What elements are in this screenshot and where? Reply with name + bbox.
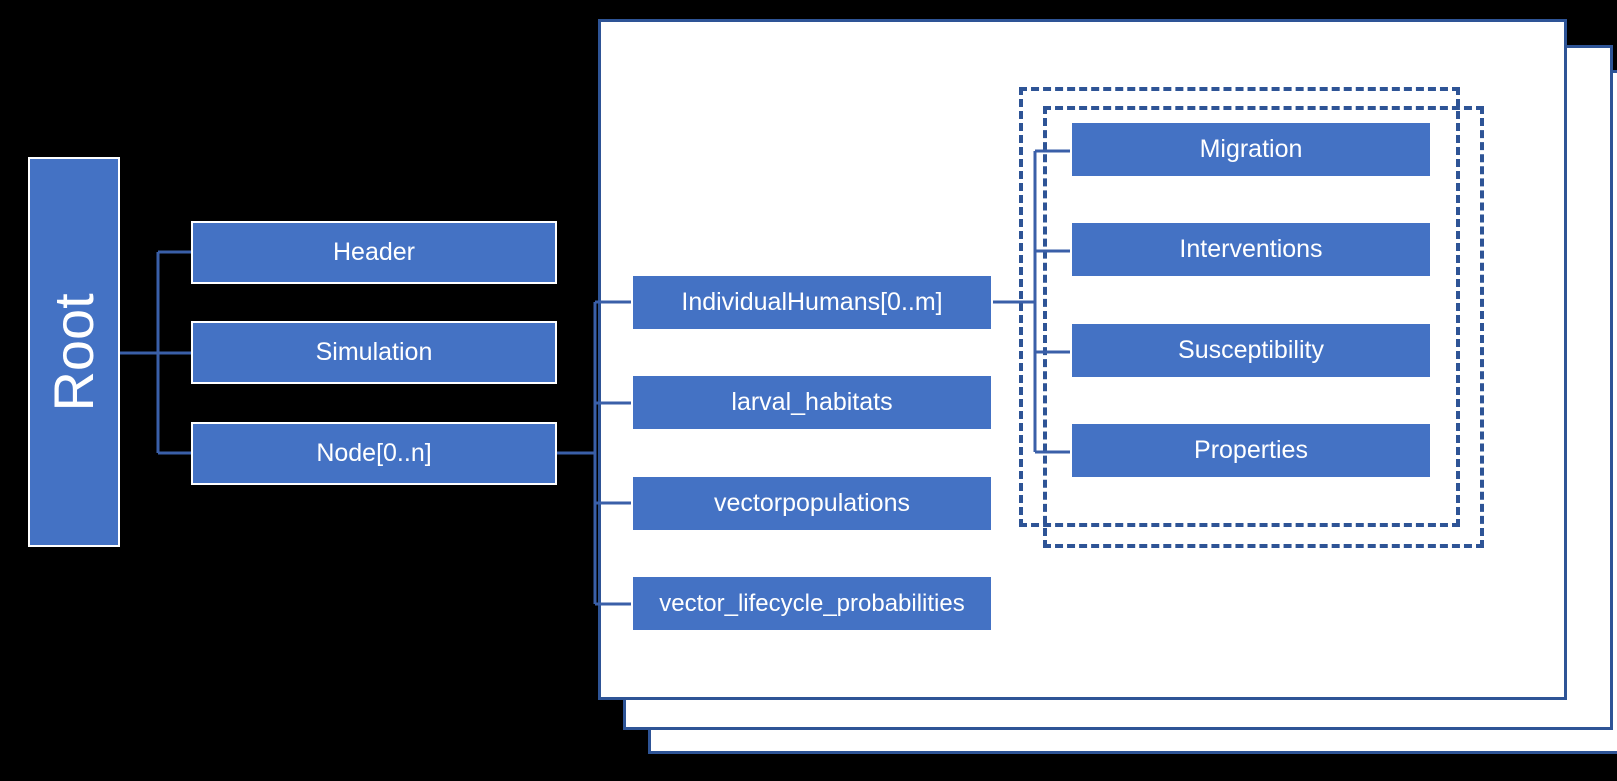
node-node-label: Node[0..n] <box>316 439 432 468</box>
node-larval-habitats[interactable]: larval_habitats <box>631 374 993 431</box>
node-vector-lifecycle-probabilities-label: vector_lifecycle_probabilities <box>659 589 965 617</box>
node-vector-lifecycle-probabilities[interactable]: vector_lifecycle_probabilities <box>631 575 993 632</box>
node-larval-habitats-label: larval_habitats <box>731 388 893 417</box>
node-vectorpopulations-label: vectorpopulations <box>714 489 910 518</box>
node-header[interactable]: Header <box>191 221 557 284</box>
node-root-label: Root <box>41 292 105 412</box>
node-header-label: Header <box>333 238 415 267</box>
node-properties-label: Properties <box>1194 436 1308 465</box>
node-node[interactable]: Node[0..n] <box>191 422 557 485</box>
node-susceptibility-label: Susceptibility <box>1178 336 1324 365</box>
node-susceptibility[interactable]: Susceptibility <box>1070 322 1432 379</box>
node-simulation[interactable]: Simulation <box>191 321 557 384</box>
node-individualhumans-label: IndividualHumans[0..m] <box>681 288 943 317</box>
diagram-canvas: Root Header Simulation Node[0..n] Indivi… <box>0 0 1617 781</box>
node-migration[interactable]: Migration <box>1070 121 1432 178</box>
node-vectorpopulations[interactable]: vectorpopulations <box>631 475 993 532</box>
node-properties[interactable]: Properties <box>1070 422 1432 479</box>
node-individualhumans[interactable]: IndividualHumans[0..m] <box>631 274 993 331</box>
node-interventions[interactable]: Interventions <box>1070 221 1432 278</box>
node-simulation-label: Simulation <box>315 338 433 367</box>
node-interventions-label: Interventions <box>1179 235 1323 264</box>
node-root[interactable]: Root <box>28 157 120 547</box>
node-migration-label: Migration <box>1199 135 1303 164</box>
